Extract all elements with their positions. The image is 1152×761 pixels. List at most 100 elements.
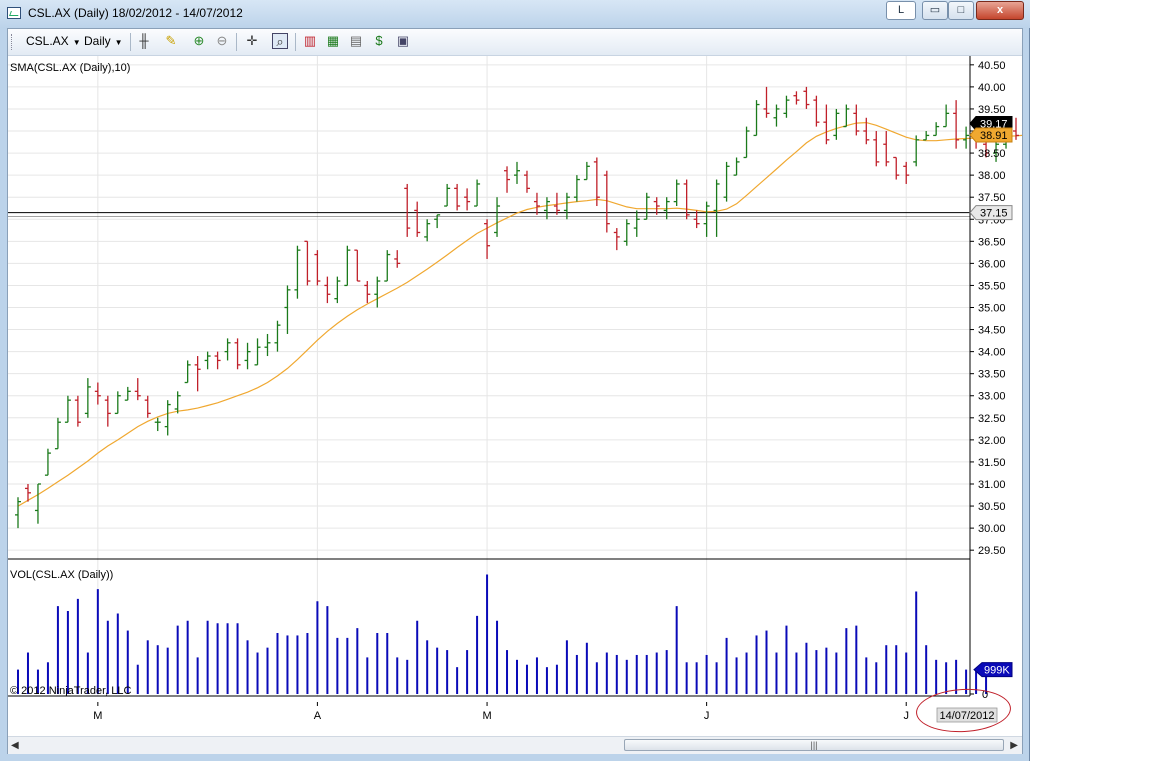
interval-selector[interactable]: Daily ▼: [84, 34, 123, 48]
toolbar-grip[interactable]: [11, 34, 15, 50]
price-tick-label: 31.00: [978, 479, 1006, 491]
ohlc-bar: [264, 333, 271, 357]
price-tick-label: 39.50: [978, 104, 1006, 116]
ohlc-bar: [613, 228, 620, 251]
ohlc-bar: [214, 351, 221, 370]
strategies-icon[interactable]: ▦: [325, 33, 341, 49]
ohlc-bar: [354, 249, 361, 282]
ohlc-bar: [294, 245, 301, 299]
instrument-selector[interactable]: CSL.AX ▼: [26, 34, 81, 48]
zoom-out-icon[interactable]: ⊖: [214, 33, 230, 49]
data-box-icon[interactable]: ⌕: [272, 33, 288, 49]
ohlc-bar: [484, 219, 491, 259]
chart-toolbar: CSL.AX ▼ Daily ▼ ╫ ✎ ⊕ ⊖ ✛ ⌕ ▥ ▦ ▤ $ ▣: [8, 29, 1022, 56]
ohlc-bar: [244, 342, 251, 370]
price-tick-label: 35.50: [978, 280, 1006, 292]
ohlc-bar: [913, 135, 920, 167]
sma-value-marker-text: 38.91: [980, 130, 1008, 142]
indicators-icon[interactable]: ▥: [302, 33, 318, 49]
sma-value-marker: 38.91: [969, 127, 1013, 143]
price-tick-label: 34.50: [978, 325, 1006, 337]
scroll-right-icon[interactable]: ▶: [1010, 740, 1018, 751]
ohlc-bar: [334, 276, 341, 304]
ohlc-bar: [533, 192, 540, 215]
price-tick-label: 30.00: [978, 523, 1006, 535]
ohlc-bar: [583, 161, 590, 181]
month-tick-label: A: [314, 710, 322, 722]
chart-properties-icon[interactable]: ▤: [348, 33, 364, 49]
ohlc-bar: [204, 351, 211, 370]
ohlc-bar: [224, 338, 231, 361]
ohlc-bar: [763, 86, 770, 118]
ohlc-bar: [274, 320, 281, 352]
chart-svg[interactable]: 40.5040.0039.5039.0038.5038.0037.5037.00…: [8, 56, 1029, 736]
ohlc-bar: [514, 161, 520, 184]
price-tick-label: 29.50: [978, 545, 1006, 557]
ohlc-bar: [543, 197, 550, 220]
price-tick-label: 35.00: [978, 303, 1006, 315]
window-layout-icon[interactable]: ▣: [395, 33, 411, 49]
price-tick-label: 40.00: [978, 82, 1006, 94]
chart-area[interactable]: 40.5040.0039.5039.0038.5038.0037.5037.00…: [8, 56, 1029, 736]
ohlc-bar: [15, 497, 21, 529]
ohlc-bar: [783, 95, 790, 118]
ohlc-bar: [464, 188, 471, 211]
ohlc-bar: [803, 86, 810, 109]
price-tick-label: 33.50: [978, 369, 1006, 381]
dollar-icon[interactable]: $: [371, 33, 387, 49]
toolbar-separator: [130, 33, 131, 51]
ohlc-bar: [424, 219, 431, 242]
volume-value-text: 999K: [984, 665, 1010, 677]
instrument-label: CSL.AX: [26, 34, 69, 48]
chevron-down-icon: ▼: [114, 38, 123, 47]
maximize-button[interactable]: □: [948, 1, 974, 20]
price-tick-label: 30.50: [978, 501, 1006, 513]
scroll-left-icon[interactable]: ◀: [11, 740, 19, 751]
price-tick-label: 38.00: [978, 170, 1006, 182]
ohlc-bar: [54, 417, 61, 450]
ohlc-bar: [813, 95, 820, 127]
title-bar[interactable]: CSL.AX (Daily) 18/02/2012 - 14/07/2012 L…: [0, 0, 1030, 28]
horizontal-line-marker: 37.15: [969, 205, 1013, 221]
horizontal-scrollbar[interactable]: ◀ ||| ▶: [8, 736, 1022, 754]
ohlc-bar: [713, 179, 720, 237]
ohlc-bar: [953, 100, 960, 149]
ohlc-bar: [943, 104, 950, 128]
ohlc-bar: [683, 179, 690, 220]
zoom-in-icon[interactable]: ⊕: [191, 33, 207, 49]
copyright-text: © 2012 NinjaTrader, LLC: [10, 685, 131, 697]
month-tick-label: M: [482, 710, 491, 722]
ohlc-bar: [523, 170, 530, 193]
crosshair-icon[interactable]: ✛: [244, 33, 260, 49]
chart-client-area: CSL.AX ▼ Daily ▼ ╫ ✎ ⊕ ⊖ ✛ ⌕ ▥ ▦ ▤ $ ▣ 4…: [7, 28, 1029, 754]
close-button[interactable]: x: [976, 1, 1024, 20]
price-tick-label: 36.00: [978, 258, 1006, 270]
ohlc-bar: [374, 276, 381, 308]
price-tick-label: 40.50: [978, 60, 1006, 72]
ohlc-bar: [883, 131, 890, 167]
ohlc-bar: [933, 122, 940, 137]
scrollbar-thumb[interactable]: |||: [624, 739, 1004, 751]
price-tick-label: 32.00: [978, 435, 1006, 447]
price-tick-label: 36.50: [978, 236, 1006, 248]
ohlc-bar: [633, 210, 640, 237]
ohlc-bar: [74, 395, 81, 427]
price-tick-label: 38.50: [978, 148, 1006, 160]
ohlc-bar: [494, 197, 501, 237]
toolbar-separator: [295, 33, 296, 51]
chart-window: CSL.AX (Daily) 18/02/2012 - 14/07/2012 L…: [0, 0, 1030, 761]
ohlc-bar: [394, 250, 401, 268]
ohlc-bar: [234, 338, 241, 370]
bar-style-icon[interactable]: ╫: [136, 33, 152, 49]
ohlc-bar: [344, 245, 351, 287]
ohlc-bar: [134, 378, 141, 401]
link-button[interactable]: L: [886, 1, 916, 20]
ohlc-bar: [873, 131, 880, 167]
interval-label: Daily: [84, 34, 111, 48]
minimize-button[interactable]: ▭: [922, 1, 948, 20]
ohlc-bar: [324, 276, 331, 304]
drawing-tool-icon[interactable]: ✎: [163, 33, 179, 49]
ohlc-bar: [474, 179, 481, 207]
price-panel-title: SMA(CSL.AX (Daily),10): [10, 62, 130, 74]
month-tick-label: J: [704, 710, 710, 722]
